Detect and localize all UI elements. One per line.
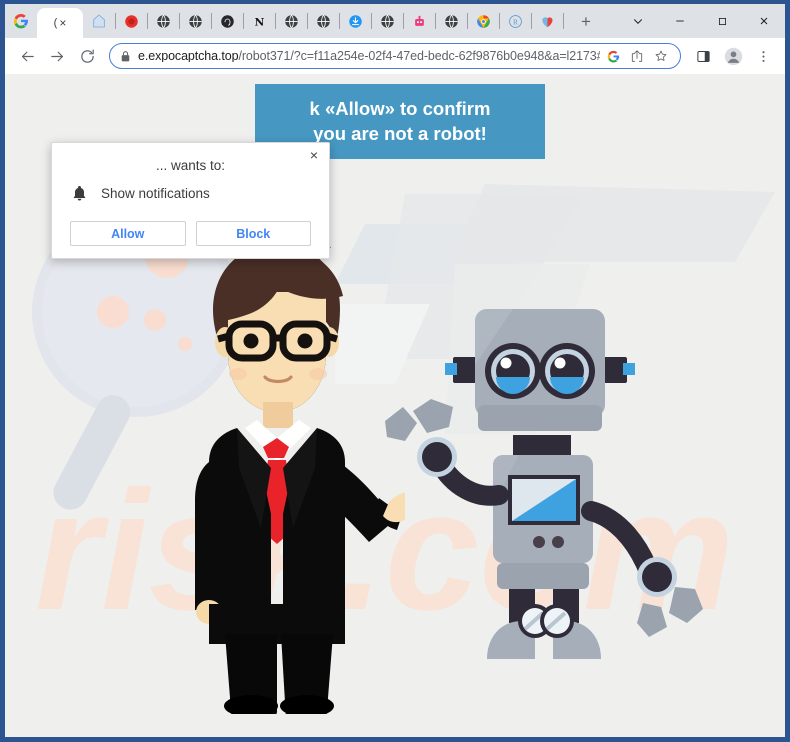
browser-window: ( × N R + e.expocaptcha.top/robot371/?c=… — [0, 0, 790, 742]
chrome-menu-icon[interactable] — [749, 42, 777, 70]
tab-separator — [563, 4, 571, 38]
forward-arrow-icon[interactable] — [43, 42, 71, 70]
banner-line-1: k «Allow» to confirm — [309, 97, 491, 119]
home-shield-icon[interactable] — [83, 4, 115, 38]
browser-window-inner: ( × N R + e.expocaptcha.top/robot371/?c=… — [5, 4, 785, 737]
close-icon[interactable] — [743, 4, 785, 38]
reload-icon[interactable] — [73, 42, 101, 70]
svg-text:R: R — [512, 17, 517, 26]
svg-text:N: N — [254, 15, 264, 28]
google-g-icon[interactable] — [5, 4, 37, 38]
block-button[interactable]: Block — [195, 221, 311, 246]
url-host: e.expocaptcha.top — [138, 49, 239, 63]
permission-buttons: Allow Block — [70, 221, 311, 246]
globe-icon-3[interactable] — [275, 4, 307, 38]
active-tab-favicon: ( — [53, 16, 58, 29]
banner-line-2: you are not a robot! — [313, 122, 487, 144]
side-panel-icon[interactable] — [689, 42, 717, 70]
browser-toolbar: e.expocaptcha.top/robot371/?c=f11a254e-0… — [5, 38, 785, 74]
globe-icon-4[interactable] — [307, 4, 339, 38]
chevron-down-icon[interactable] — [617, 4, 659, 38]
profile-avatar-icon[interactable] — [719, 42, 747, 70]
minimize-icon[interactable] — [659, 4, 701, 38]
red-circle-icon[interactable] — [115, 4, 147, 38]
chrome-icon[interactable] — [467, 4, 499, 38]
allow-button[interactable]: Allow — [70, 221, 186, 246]
tab-strip: ( × N R + — [5, 4, 785, 38]
permission-bubble-title: ... wants to: — [155, 158, 226, 173]
url-text[interactable]: e.expocaptcha.top/robot371/?c=f11a254e-0… — [138, 50, 600, 63]
active-tab-close-icon[interactable]: × — [59, 17, 66, 29]
r-circle-icon[interactable]: R — [499, 4, 531, 38]
back-arrow-icon[interactable] — [13, 42, 41, 70]
robot-character — [385, 309, 703, 659]
bell-icon — [72, 185, 87, 202]
google-lens-icon[interactable] — [602, 45, 624, 67]
globe-icon-6[interactable] — [435, 4, 467, 38]
balloon-heart-icon[interactable] — [531, 4, 563, 38]
window-controls — [617, 4, 785, 38]
businessman-character — [195, 235, 405, 714]
pink-robot-icon[interactable] — [403, 4, 435, 38]
lock-icon[interactable] — [120, 50, 131, 63]
share-icon[interactable] — [626, 45, 648, 67]
page-viewport: risk.com k «Allow» to confirm you are no… — [5, 74, 785, 737]
fingerprint-icon[interactable] — [211, 4, 243, 38]
globe-icon-2[interactable] — [179, 4, 211, 38]
bookmark-star-icon[interactable] — [650, 45, 672, 67]
active-tab[interactable]: ( × — [37, 8, 83, 38]
netflix-n-icon: N — [243, 4, 275, 38]
blue-download-icon[interactable] — [339, 4, 371, 38]
new-tab-button[interactable]: + — [571, 4, 601, 38]
url-path: /robot371/?c=f11a254e-02f4-47ed-bedc-62f… — [238, 49, 600, 63]
maximize-icon[interactable] — [701, 4, 743, 38]
globe-icon-5[interactable] — [371, 4, 403, 38]
notification-permission-bubble: × ... wants to: Show notifications Allow… — [51, 142, 330, 259]
permission-row: Show notifications — [72, 185, 210, 202]
globe-icon-1[interactable] — [147, 4, 179, 38]
omnibox[interactable]: e.expocaptcha.top/robot371/?c=f11a254e-0… — [109, 43, 681, 69]
permission-label: Show notifications — [101, 186, 210, 201]
